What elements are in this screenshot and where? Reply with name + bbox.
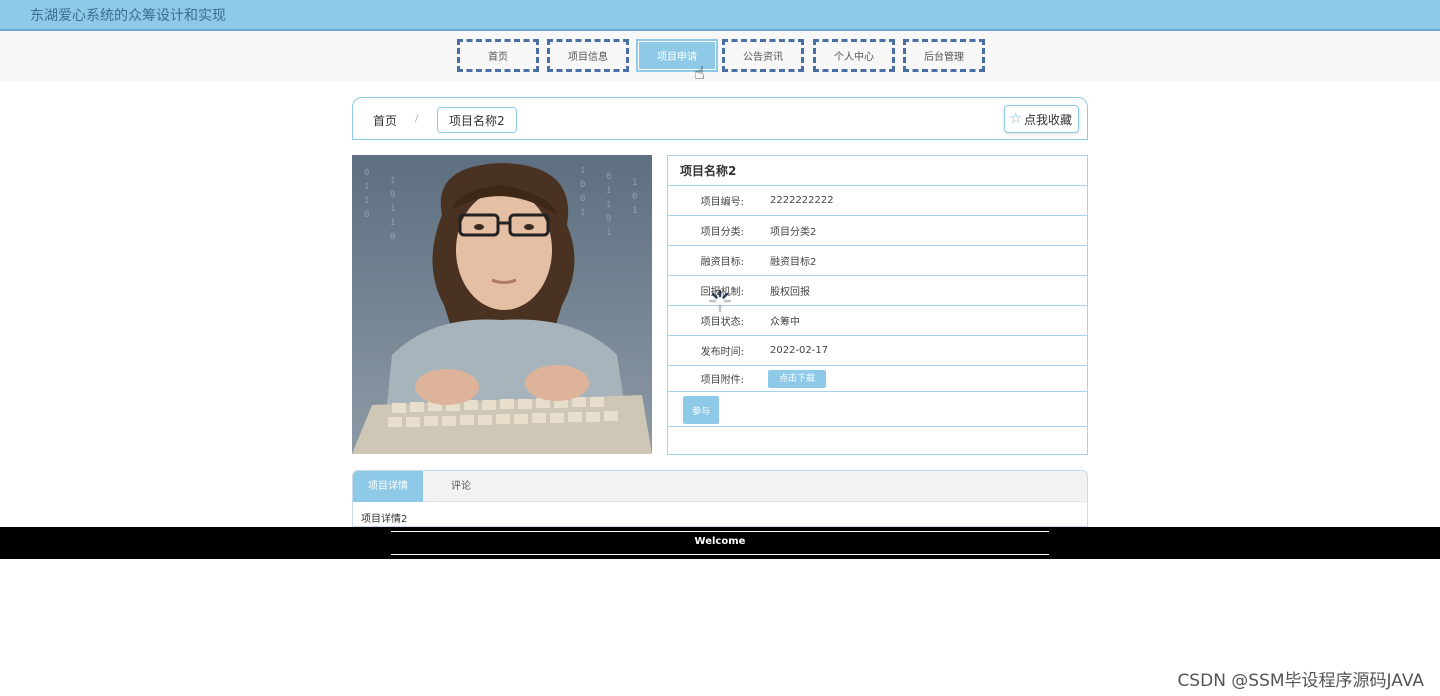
svg-text:1: 1: [606, 186, 611, 196]
breadcrumb-separator: /: [415, 113, 419, 124]
svg-text:1: 1: [364, 196, 369, 206]
hand-cursor-icon: ☝: [694, 63, 705, 84]
svg-text:1: 1: [632, 178, 637, 188]
svg-text:0: 0: [606, 214, 611, 224]
info-row-funding-goal: 融资目标: 融资目标2: [668, 246, 1087, 276]
svg-text:1: 1: [606, 200, 611, 210]
field-label: 项目状态:: [700, 317, 744, 328]
nav-item-home[interactable]: 首页: [457, 39, 539, 72]
project-photo-illustration: 0 1 1 0 1 0 1 1 0 1 0 0 1 0 1 1 0 1 1 0 1: [352, 155, 652, 454]
svg-text:0: 0: [364, 210, 369, 220]
svg-text:0: 0: [364, 168, 369, 178]
field-label: 项目附件:: [700, 375, 744, 386]
breadcrumb-current: 项目名称2: [437, 107, 517, 133]
tab-comments[interactable]: 评论: [431, 471, 491, 502]
footer-divider-bottom: [391, 554, 1049, 555]
tabs-header: 项目详情 评论: [353, 471, 1087, 502]
field-value: 2022-02-17: [770, 345, 829, 356]
svg-text:1: 1: [580, 166, 585, 176]
loading-spinner-icon: [708, 289, 732, 313]
svg-text:0: 0: [580, 180, 585, 190]
project-name: 项目名称2: [668, 156, 1087, 186]
svg-text:0: 0: [606, 172, 611, 182]
nav-item-project-info[interactable]: 项目信息: [547, 39, 629, 72]
svg-text:0: 0: [390, 190, 395, 200]
info-row-number: 项目编号: 2222222222: [668, 186, 1087, 216]
info-row-attachment: 项目附件: 点击下载: [668, 366, 1087, 392]
svg-text:1: 1: [606, 228, 611, 238]
field-label: 发布时间:: [700, 347, 744, 358]
nav-item-admin[interactable]: 后台管理: [903, 39, 985, 72]
nav-item-announcements[interactable]: 公告资讯: [722, 39, 804, 72]
info-row-publish-time: 发布时间: 2022-02-17: [668, 336, 1087, 366]
info-row-category: 项目分类: 项目分类2: [668, 216, 1087, 246]
field-value: 股权回报: [770, 287, 810, 298]
svg-text:1: 1: [390, 204, 395, 214]
breadcrumb-home[interactable]: 首页: [373, 112, 397, 129]
svg-text:1: 1: [390, 218, 395, 228]
tab-project-details[interactable]: 项目详情: [353, 471, 423, 502]
project-image: 0 1 1 0 1 0 1 1 0 1 0 0 1 0 1 1 0 1 1 0 1: [352, 155, 652, 454]
app-title: 东湖爱心系统的众筹设计和实现: [30, 8, 226, 24]
svg-text:1: 1: [364, 182, 369, 192]
field-value: 项目分类2: [770, 227, 817, 238]
breadcrumb: 首页 / 项目名称2 ☆ 点我收藏: [352, 97, 1088, 140]
svg-text:0: 0: [390, 232, 395, 242]
svg-text:0: 0: [632, 192, 637, 202]
download-button[interactable]: 点击下载: [768, 369, 827, 388]
field-label: 融资目标:: [700, 257, 744, 268]
field-value: 融资目标2: [770, 257, 817, 268]
join-row: 参与: [668, 392, 1087, 427]
detail-tabs: 项目详情 评论 项目详情2: [352, 470, 1088, 527]
watermark: CSDN @SSM毕设程序源码JAVA: [1177, 671, 1424, 691]
tab-content: 项目详情2: [361, 514, 408, 525]
footer-divider-top: [391, 531, 1049, 532]
svg-text:1: 1: [580, 208, 585, 218]
top-header: 东湖爱心系统的众筹设计和实现: [0, 0, 1440, 31]
favorite-label: 点我收藏: [1023, 112, 1072, 127]
field-value: 众筹中: [770, 317, 800, 328]
svg-text:1: 1: [632, 206, 637, 216]
favorite-button[interactable]: ☆ 点我收藏: [1004, 105, 1079, 133]
nav-item-personal-center[interactable]: 个人中心: [813, 39, 895, 72]
star-outline-icon: ☆: [1009, 111, 1022, 127]
nav-item-project-apply[interactable]: 项目申请: [636, 39, 718, 72]
footer-text: Welcome: [694, 536, 746, 547]
join-button[interactable]: 参与: [683, 396, 719, 424]
field-value: 2222222222: [770, 195, 834, 206]
svg-text:0: 0: [580, 194, 585, 204]
main-nav: 首页 项目信息 项目申请 公告资讯 个人中心 后台管理: [0, 31, 1440, 81]
footer: Welcome: [0, 527, 1440, 559]
svg-text:1: 1: [390, 176, 395, 186]
field-label: 项目编号:: [700, 197, 744, 208]
field-label: 项目分类:: [700, 227, 744, 238]
